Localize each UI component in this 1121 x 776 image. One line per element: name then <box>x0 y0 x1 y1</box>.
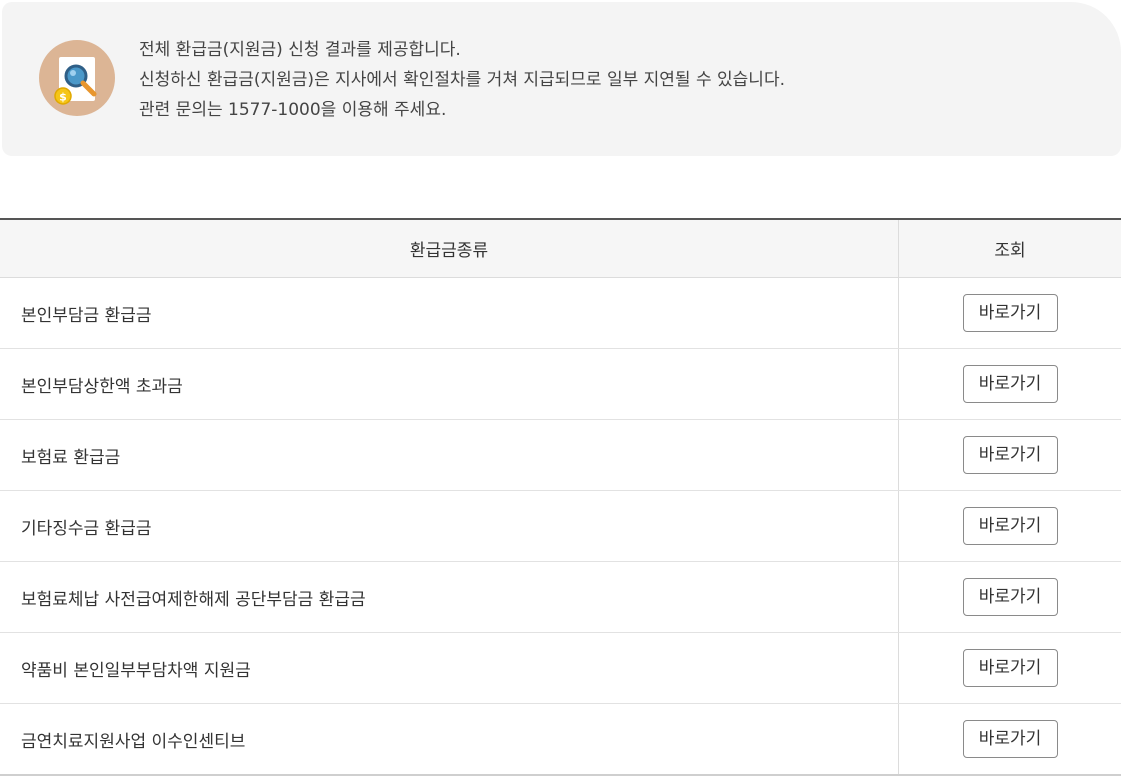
header-refund-type: 환급금종류 <box>0 219 899 278</box>
refund-type-cell: 본인부담금 환급금 <box>0 277 899 349</box>
action-cell: 바로가기 <box>898 419 1121 491</box>
action-cell: 바로가기 <box>898 277 1121 349</box>
go-button[interactable]: 바로가기 <box>962 436 1058 474</box>
table-header-row: 환급금종류 조회 <box>0 219 1121 278</box>
notice-line-1: 전체 환급금(지원금) 신청 결과를 제공합니다. <box>139 40 461 60</box>
refund-type-cell: 본인부담상한액 초과금 <box>0 348 899 420</box>
action-cell: 바로가기 <box>898 348 1121 420</box>
refund-results-page: $ 전체 환급금(지원금) 신청 결과를 제공합니다. 신청하신 환급금(지원금… <box>0 0 1121 776</box>
go-button[interactable]: 바로가기 <box>962 365 1058 403</box>
notice-line-2: 신청하신 환급금(지원금)은 지사에서 확인절차를 거쳐 지급되므로 일부 지연… <box>139 70 785 90</box>
refund-search-icon: $ <box>39 40 115 116</box>
table-row: 기타징수금 환급금 바로가기 <box>0 490 1121 562</box>
notice-line-3: 관련 문의는 1577-1000을 이용해 주세요. <box>139 100 447 120</box>
refund-type-cell: 기타징수금 환급금 <box>0 490 899 562</box>
table-row: 약품비 본인일부부담차액 지원금 바로가기 <box>0 632 1121 704</box>
go-button[interactable]: 바로가기 <box>962 507 1058 545</box>
notice-box: $ 전체 환급금(지원금) 신청 결과를 제공합니다. 신청하신 환급금(지원금… <box>2 2 1121 156</box>
notice-text: 전체 환급금(지원금) 신청 결과를 제공합니다. 신청하신 환급금(지원금)은… <box>139 35 785 125</box>
refund-type-cell: 금연치료지원사업 이수인센티브 <box>0 703 899 776</box>
action-cell: 바로가기 <box>898 632 1121 704</box>
action-cell: 바로가기 <box>898 490 1121 562</box>
table-row: 보험료체납 사전급여제한해제 공단부담금 환급금 바로가기 <box>0 561 1121 633</box>
go-button[interactable]: 바로가기 <box>962 720 1058 758</box>
table-row: 보험료 환급금 바로가기 <box>0 419 1121 491</box>
refund-type-cell: 약품비 본인일부부담차액 지원금 <box>0 632 899 704</box>
refund-type-cell: 보험료 환급금 <box>0 419 899 491</box>
go-button[interactable]: 바로가기 <box>962 649 1058 687</box>
go-button[interactable]: 바로가기 <box>962 294 1058 332</box>
refund-table: 환급금종류 조회 본인부담금 환급금 바로가기 본인부담상한액 초과금 바로가기… <box>0 218 1121 776</box>
svg-text:$: $ <box>59 91 67 104</box>
refund-table-container: 환급금종류 조회 본인부담금 환급금 바로가기 본인부담상한액 초과금 바로가기… <box>0 218 1121 776</box>
go-button[interactable]: 바로가기 <box>962 578 1058 616</box>
table-row: 금연치료지원사업 이수인센티브 바로가기 <box>0 703 1121 776</box>
action-cell: 바로가기 <box>898 561 1121 633</box>
table-row: 본인부담금 환급금 바로가기 <box>0 277 1121 349</box>
action-cell: 바로가기 <box>898 703 1121 776</box>
table-row: 본인부담상한액 초과금 바로가기 <box>0 348 1121 420</box>
header-lookup: 조회 <box>898 219 1121 278</box>
refund-type-cell: 보험료체납 사전급여제한해제 공단부담금 환급금 <box>0 561 899 633</box>
